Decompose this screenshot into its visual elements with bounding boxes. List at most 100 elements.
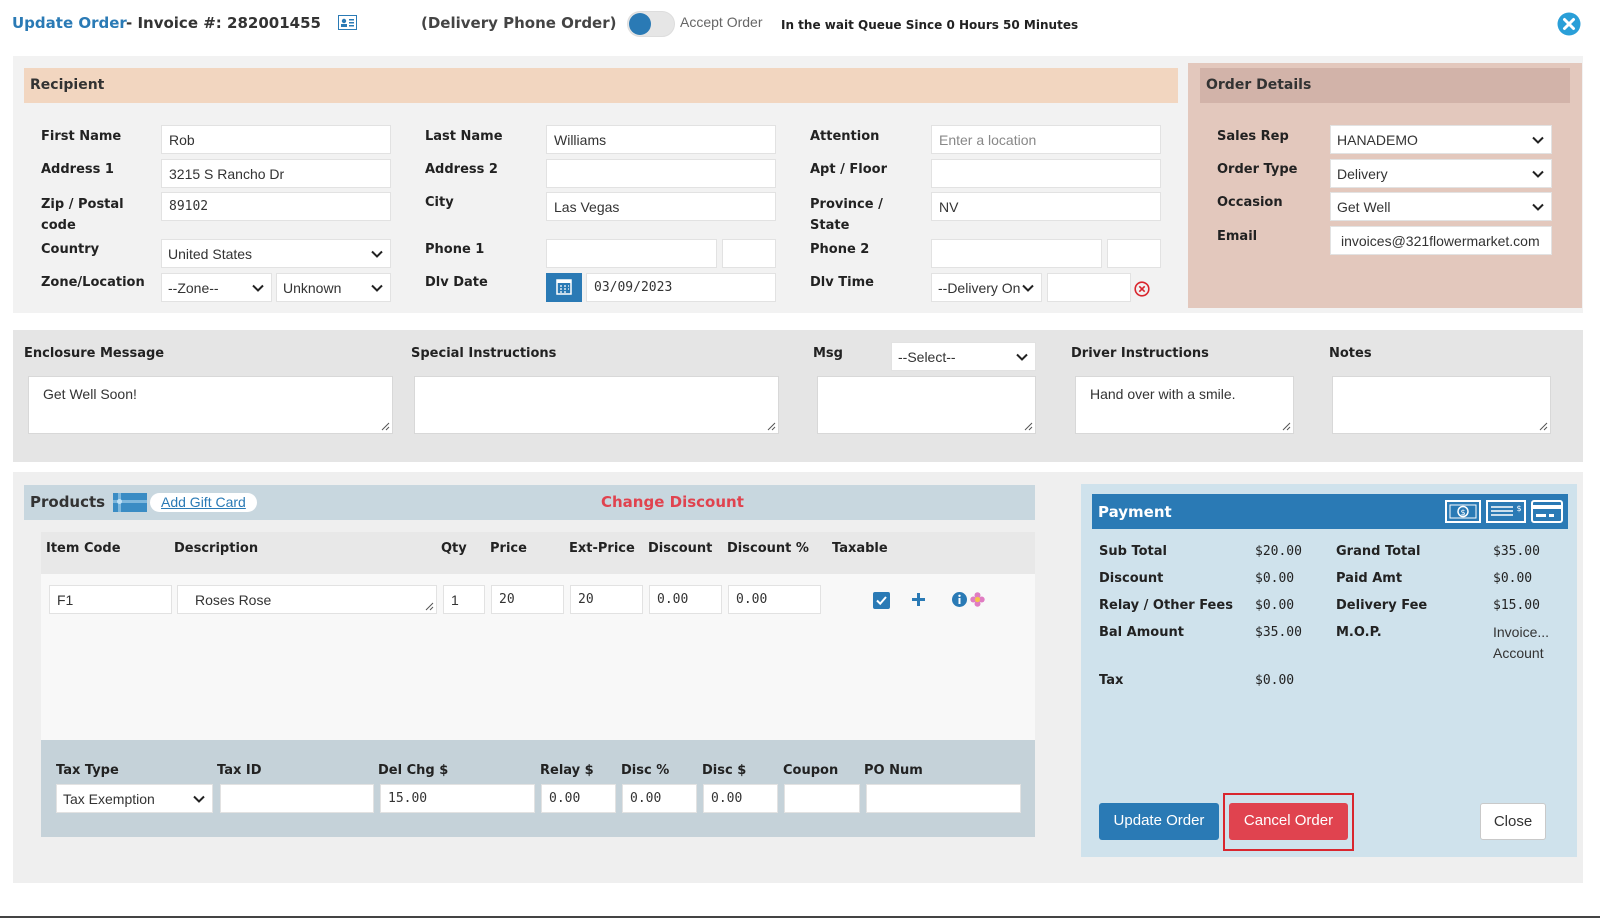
page-title: Update Order <box>12 14 127 32</box>
driver-instructions-label: Driver Instructions <box>1071 346 1209 361</box>
toggle-knob <box>629 13 651 35</box>
phone2-label: Phone 2 <box>810 242 870 257</box>
disc-pct-input[interactable]: 0.00 <box>622 784 697 813</box>
dlv-date-input[interactable]: 03/09/2023 <box>586 273 776 302</box>
del-chg-input[interactable]: 15.00 <box>380 784 535 813</box>
zip-label: Zip / Postal code <box>41 197 124 233</box>
location-value: Unknown <box>283 280 342 296</box>
add-item-icon[interactable] <box>911 592 926 607</box>
po-num-input[interactable] <box>866 784 1021 813</box>
first-name-input[interactable]: Rob <box>161 125 391 154</box>
close-button[interactable]: Close <box>1480 803 1546 840</box>
relay-fees-label: Relay / Other Fees <box>1099 598 1233 613</box>
info-icon[interactable] <box>952 592 967 607</box>
occasion-label: Occasion <box>1217 195 1283 210</box>
msg-textarea[interactable] <box>817 376 1036 434</box>
enclosure-text: Get Well Soon! <box>43 386 137 402</box>
col-qty: Qty <box>441 541 467 556</box>
zone-value: --Zone-- <box>168 280 219 296</box>
enclosure-textarea[interactable]: Get Well Soon! <box>28 376 393 434</box>
col-price: Price <box>490 541 527 556</box>
delivery-fee-value: $15.00 <box>1493 598 1540 613</box>
dlv-time-input[interactable] <box>1047 273 1131 302</box>
zone-select[interactable]: --Zone-- <box>161 273 272 302</box>
notes-textarea[interactable] <box>1332 376 1551 434</box>
order-type-select[interactable]: Delivery <box>1330 159 1552 188</box>
sales-rep-select[interactable]: HANADEMO <box>1330 125 1552 154</box>
address2-label: Address 2 <box>425 162 498 177</box>
ext-price-input[interactable]: 20 <box>570 585 643 614</box>
driver-text: Hand over with a smile. <box>1090 386 1236 402</box>
check-icon[interactable]: $ <box>1486 500 1526 523</box>
paid-amt-label: Paid Amt <box>1336 571 1403 586</box>
disc-amt-input[interactable]: 0.00 <box>703 784 778 813</box>
order-type-value: Delivery <box>1337 166 1388 182</box>
special-instructions-textarea[interactable] <box>414 376 779 434</box>
province-input[interactable]: NV <box>931 192 1161 221</box>
paid-amt-value: $0.00 <box>1493 571 1533 586</box>
flower-icon[interactable] <box>970 592 985 607</box>
last-name-label: Last Name <box>425 129 503 144</box>
description-text: Roses Rose <box>195 592 272 608</box>
price-input[interactable]: 20 <box>491 585 564 614</box>
contact-card-icon[interactable] <box>338 15 357 30</box>
address1-input[interactable]: 3215 S Rancho Dr <box>161 159 391 188</box>
relay-input[interactable]: 0.00 <box>541 784 616 813</box>
address2-input[interactable] <box>546 159 776 188</box>
last-name-input[interactable]: Williams <box>546 125 776 154</box>
occasion-select[interactable]: Get Well <box>1330 192 1552 221</box>
location-select[interactable]: Unknown <box>276 273 391 302</box>
taxable-checkbox[interactable] <box>873 592 890 609</box>
clear-time-icon[interactable] <box>1134 281 1150 297</box>
phone2-input[interactable] <box>931 239 1102 268</box>
apt-floor-input[interactable] <box>931 159 1161 188</box>
qty-input[interactable]: 1 <box>443 585 485 614</box>
first-name-label: First Name <box>41 129 122 144</box>
description-input[interactable]: Roses Rose <box>177 585 437 614</box>
coupon-input[interactable] <box>784 784 860 813</box>
phone1-input[interactable] <box>546 239 717 268</box>
country-select[interactable]: United States <box>161 239 391 268</box>
attention-input[interactable]: Enter a location <box>931 125 1161 154</box>
tax-id-input[interactable] <box>220 784 374 813</box>
item-code-input[interactable]: F1 <box>49 585 172 614</box>
tax-type-value: Tax Exemption <box>63 791 155 807</box>
phone2-ext-input[interactable] <box>1107 239 1161 268</box>
discount-pct-input[interactable]: 0.00 <box>728 585 821 614</box>
discount-input[interactable]: 0.00 <box>649 585 722 614</box>
dlv-date-label: Dlv Date <box>425 275 488 290</box>
email-input[interactable]: invoices@321flowermarket.com <box>1330 226 1552 255</box>
relay-fees-value: $0.00 <box>1255 598 1295 613</box>
city-input[interactable]: Las Vegas <box>546 192 776 221</box>
msg-select[interactable]: --Select-- <box>891 342 1036 371</box>
update-order-button[interactable]: Update Order <box>1099 803 1219 840</box>
accept-order-toggle[interactable] <box>627 11 675 37</box>
driver-instructions-textarea[interactable]: Hand over with a smile. <box>1075 376 1294 434</box>
dlv-time-select[interactable]: --Delivery On <box>931 273 1042 302</box>
credit-card-icon[interactable] <box>1531 500 1563 523</box>
msg-select-value: --Select-- <box>898 349 956 365</box>
calendar-icon[interactable] <box>546 273 582 302</box>
address1-label: Address 1 <box>41 162 114 177</box>
zip-input[interactable]: 89102 <box>161 192 391 221</box>
chevron-down-icon <box>252 284 264 292</box>
mop-label: M.O.P. <box>1336 625 1382 640</box>
gift-card-icon <box>113 493 147 512</box>
add-gift-card-link[interactable]: Add Gift Card <box>150 493 257 512</box>
recipient-heading: Recipient <box>30 77 105 93</box>
phone1-ext-input[interactable] <box>722 239 776 268</box>
accept-order-label: Accept Order <box>680 14 763 30</box>
bal-amount-label: Bal Amount <box>1099 625 1184 640</box>
close-icon[interactable] <box>1557 12 1581 36</box>
zone-label: Zone/Location <box>41 275 145 290</box>
change-discount-link[interactable]: Change Discount <box>601 493 744 511</box>
chevron-down-icon <box>1016 353 1028 361</box>
order-details-header: Order Details <box>1200 68 1570 103</box>
cancel-order-button[interactable]: Cancel Order <box>1229 803 1348 840</box>
resize-grip-icon <box>381 422 390 431</box>
tax-type-select[interactable]: Tax Exemption <box>56 784 213 813</box>
coupon-label: Coupon <box>783 763 839 778</box>
cash-icon[interactable]: $ <box>1445 500 1481 523</box>
col-taxable: Taxable <box>832 541 888 556</box>
del-chg-label: Del Chg $ <box>378 763 449 778</box>
